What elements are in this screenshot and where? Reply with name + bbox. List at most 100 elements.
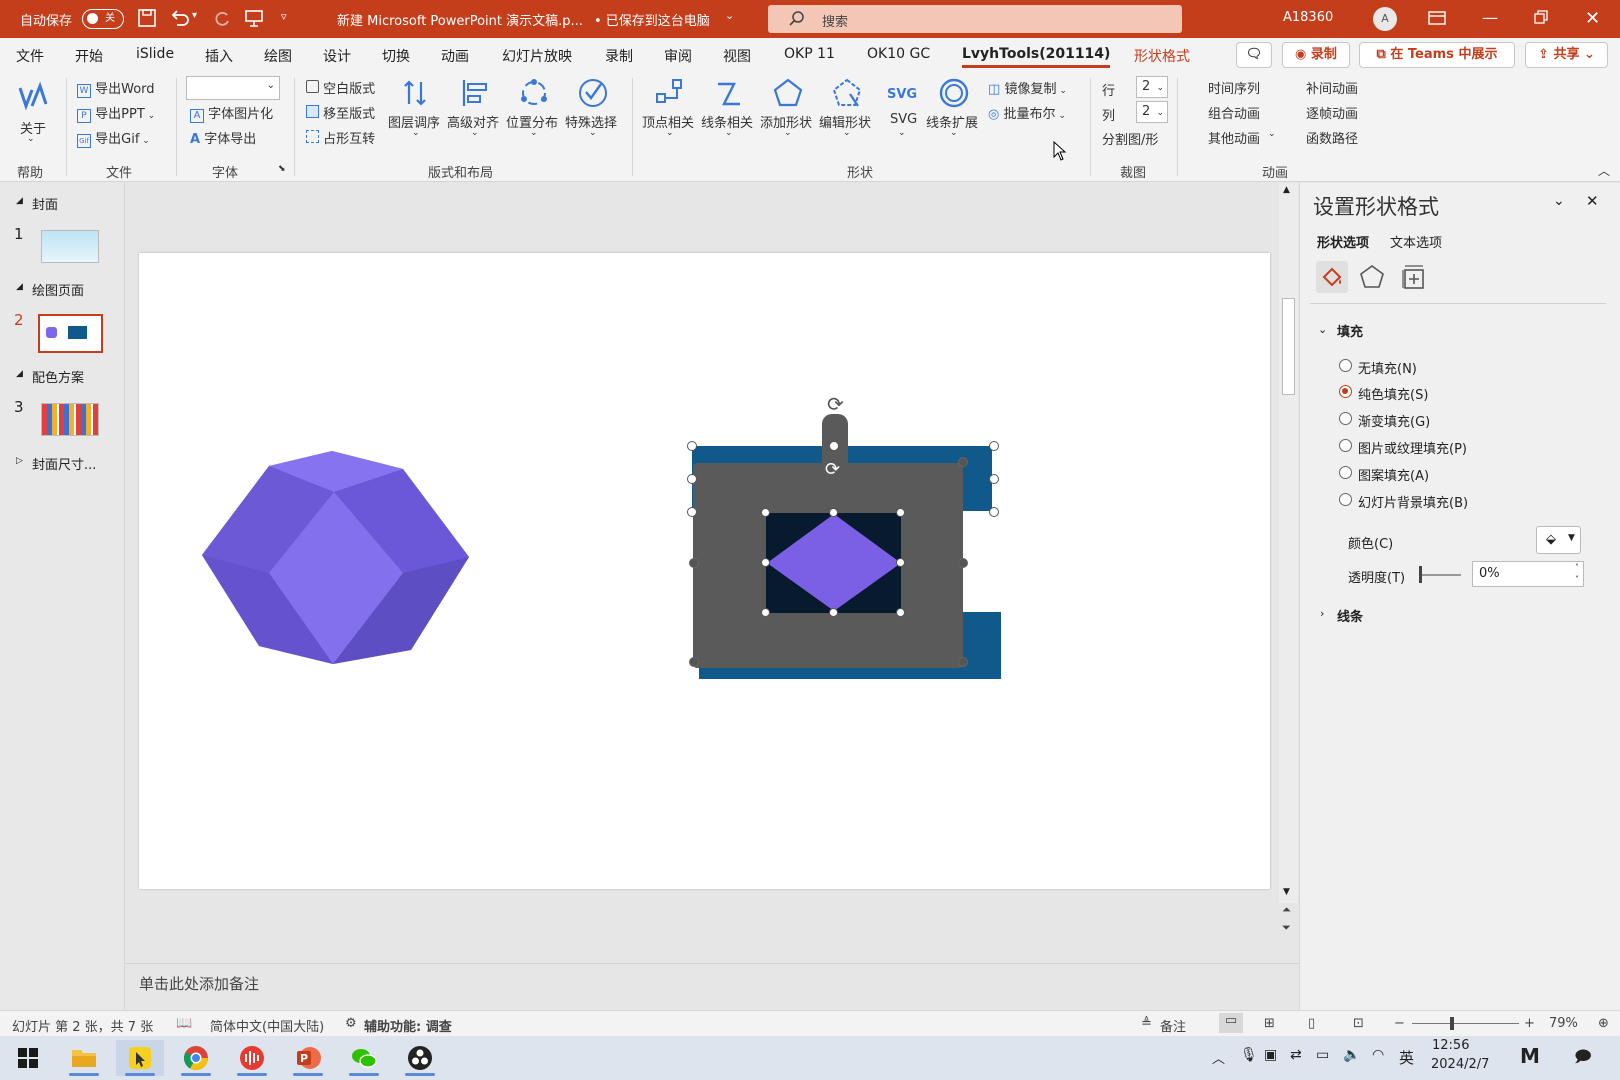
customize-qat-icon[interactable]: ▿ — [281, 10, 287, 23]
resize-handle[interactable] — [989, 507, 999, 517]
battery-icon[interactable]: ▭ — [1316, 1047, 1329, 1063]
save-icon[interactable] — [137, 8, 157, 32]
section-cover[interactable]: 封面 — [32, 194, 58, 213]
resize-handle[interactable] — [958, 657, 968, 667]
input-method-indicator[interactable]: 英 — [1399, 1047, 1414, 1068]
radio-gradient-fill[interactable] — [1339, 412, 1352, 425]
slide[interactable]: ⟳ ⟳ — [139, 253, 1270, 889]
save-status[interactable]: • 已保存到这台电脑 — [594, 10, 710, 29]
settings-sliders-icon[interactable]: ⇄ — [1290, 1047, 1302, 1063]
chrome-app[interactable] — [172, 1040, 220, 1076]
mirror-copy-button[interactable]: ◫ 镜像复制 ⌄ — [988, 78, 1067, 97]
tab-islide[interactable]: iSlide — [136, 46, 174, 62]
color-picker-button[interactable]: ⬙ ▼ — [1536, 526, 1581, 554]
pattern-fill-label[interactable]: 图案填充(A) — [1358, 465, 1429, 484]
slide-thumbnail-1[interactable] — [41, 230, 99, 263]
gradient-fill-label[interactable]: 渐变填充(G) — [1358, 411, 1430, 430]
clock-date[interactable]: 2024/2/7 — [1431, 1057, 1489, 1072]
transparency-input[interactable]: 0% ˄ ˅ — [1472, 561, 1584, 587]
undo-icon[interactable] — [169, 8, 191, 32]
tab-insert[interactable]: 插入 — [205, 46, 233, 66]
resize-handle[interactable] — [689, 657, 699, 667]
resize-handle[interactable] — [896, 508, 905, 517]
solid-fill-label[interactable]: 纯色填充(S) — [1358, 384, 1428, 403]
tab-view[interactable]: 视图 — [723, 46, 751, 66]
resize-handle[interactable] — [689, 558, 699, 568]
clock-time[interactable]: 12:56 — [1432, 1038, 1469, 1053]
transparency-slider[interactable] — [1419, 574, 1461, 576]
reading-view-icon[interactable]: ▯ — [1308, 1016, 1315, 1031]
section-cover-size[interactable]: 封面尺寸... — [32, 454, 96, 473]
notes-pane[interactable]: 单击此处添加备注 — [126, 963, 1298, 1010]
tab-ok10gc[interactable]: OK10 GC — [867, 46, 930, 62]
tab-lvyhtools[interactable]: LvyhTools(201114) — [962, 46, 1111, 68]
resize-handle[interactable] — [896, 558, 905, 567]
timeline-button[interactable]: 时间序列 — [1208, 78, 1260, 97]
resize-handle[interactable] — [829, 508, 838, 517]
vertex-button[interactable]: 顶点相关 ⌄ — [642, 76, 698, 148]
about-button[interactable]: 关于 ⌄ — [14, 78, 50, 148]
resize-handle[interactable] — [958, 457, 968, 467]
resize-handle[interactable] — [829, 441, 839, 451]
tab-shape-format[interactable]: 形状格式 — [1134, 46, 1190, 66]
radio-background-fill[interactable] — [1339, 493, 1352, 506]
search-box[interactable]: 搜索 — [768, 5, 1182, 33]
export-word-button[interactable]: W 导出Word — [77, 78, 155, 98]
transparency-slider-thumb[interactable] — [1419, 566, 1422, 583]
next-slide-icon[interactable]: ⏷ — [1282, 922, 1291, 933]
other-animation-button[interactable]: 其他动画 — [1208, 128, 1260, 147]
close-icon[interactable]: ✕ — [1585, 8, 1600, 29]
section-collapse-icon[interactable]: ◢ — [16, 282, 23, 292]
line-extend-button[interactable]: 线条扩展 ⌄ — [926, 76, 982, 148]
redo-icon[interactable] — [210, 8, 232, 32]
undo-dropdown-icon[interactable]: ▾ — [192, 10, 197, 21]
start-button[interactable] — [4, 1040, 52, 1076]
edit-shape-button[interactable]: 编辑形状 ⌄ — [819, 76, 875, 148]
comments-button[interactable]: 🗨 — [1236, 42, 1272, 68]
rotate-handle-icon[interactable]: ⟳ — [827, 394, 844, 414]
paint-app[interactable] — [116, 1040, 164, 1076]
zoom-out-icon[interactable]: − — [1394, 1016, 1405, 1031]
radio-no-fill[interactable] — [1339, 359, 1352, 372]
effects-tab[interactable] — [1356, 261, 1388, 293]
autosave-toggle[interactable]: 关 — [82, 9, 124, 29]
zoom-slider[interactable] — [1412, 1023, 1519, 1024]
svg-button[interactable]: SVG SVG ⌄ — [880, 76, 924, 148]
tab-slideshow[interactable]: 幻灯片放映 — [502, 46, 572, 66]
resize-handle[interactable] — [829, 608, 838, 617]
section-collapse-icon[interactable]: ◢ — [16, 196, 23, 206]
slide-thumbnail-2[interactable] — [38, 314, 103, 353]
line-expand-chevron-icon[interactable]: › — [1320, 607, 1324, 620]
placeholder-swap-button[interactable]: 占形互转 — [306, 128, 375, 147]
background-fill-label[interactable]: 幻灯片背景填充(B) — [1358, 492, 1468, 511]
tab-home[interactable]: 开始 — [75, 46, 103, 66]
ribbon-display-icon[interactable] — [1428, 10, 1446, 30]
tab-draw[interactable]: 绘图 — [264, 46, 292, 66]
no-fill-label[interactable]: 无填充(N) — [1358, 358, 1417, 377]
purple-polyhedron-shape[interactable] — [202, 451, 469, 664]
rows-input[interactable]: 2 ⌄ — [1136, 76, 1168, 98]
tween-animation-button[interactable]: 补间动画 — [1306, 78, 1358, 97]
tab-shape-options[interactable]: 形状选项 — [1317, 232, 1369, 251]
avatar[interactable]: A — [1373, 7, 1397, 31]
notes-toggle-button[interactable]: 备注 — [1160, 1016, 1186, 1035]
file-explorer-app[interactable] — [60, 1040, 108, 1076]
share-button[interactable]: ⇪ 共享 ⌄ — [1525, 42, 1608, 68]
tab-transitions[interactable]: 切换 — [382, 46, 410, 66]
resize-handle[interactable] — [687, 507, 697, 517]
powerpoint-app[interactable]: P — [284, 1040, 332, 1076]
tab-review[interactable]: 审阅 — [664, 46, 692, 66]
special-select-button[interactable]: 特殊选择 ⌄ — [565, 76, 621, 148]
spin-arrows-icon[interactable]: ˄ ˅ — [1575, 562, 1579, 586]
resize-handle[interactable] — [761, 558, 770, 567]
previous-slide-icon[interactable]: ⏶ — [1282, 904, 1291, 915]
minimize-icon[interactable]: — — [1482, 8, 1498, 27]
save-status-chevron-icon[interactable]: ⌄ — [725, 9, 734, 22]
fit-to-window-icon[interactable]: ⊕ — [1598, 1016, 1609, 1031]
pane-close-icon[interactable]: ✕ — [1586, 192, 1599, 210]
resize-handle[interactable] — [989, 441, 999, 451]
tab-okp11[interactable]: OKP 11 — [784, 46, 835, 62]
tab-file[interactable]: 文件 — [16, 46, 44, 66]
move-layout-button[interactable]: 移至版式 — [306, 103, 375, 122]
microphone-icon[interactable]: 🎙 — [1240, 1047, 1258, 1063]
